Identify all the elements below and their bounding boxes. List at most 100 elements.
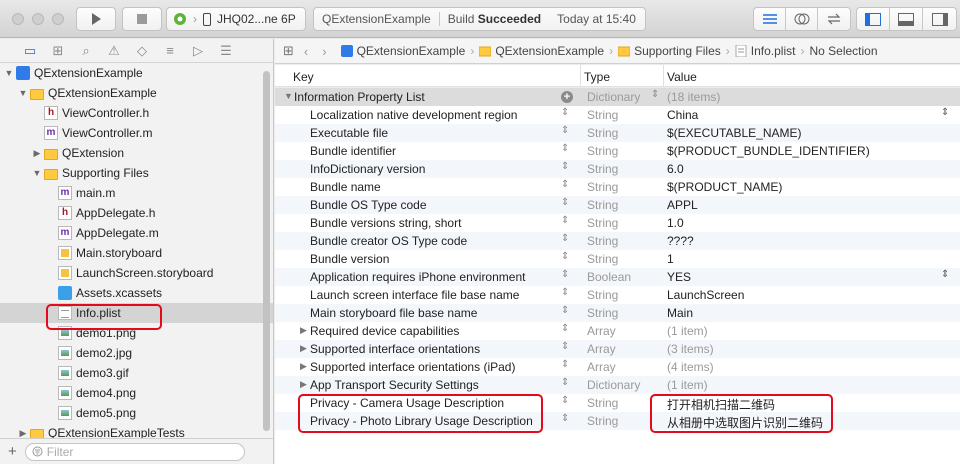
navigator-item[interactable]: Assets.xcassets xyxy=(0,283,273,303)
plist-key[interactable]: Launch screen interface file base name xyxy=(310,288,519,302)
plist-type[interactable]: String xyxy=(587,306,618,320)
scheme-selector[interactable]: › JHQ02...ne 6P xyxy=(166,7,306,31)
plist-type[interactable]: Array xyxy=(587,342,616,356)
navigator-item[interactable]: demo4.png xyxy=(0,383,273,403)
key-stepper-icon[interactable]: ⇕ xyxy=(561,251,569,262)
key-stepper-icon[interactable]: ⇕ xyxy=(561,323,569,334)
plist-row[interactable]: Application requires iPhone environment ⇕… xyxy=(275,268,960,286)
project-navigator-tab-icon[interactable]: ▭ xyxy=(22,43,38,59)
key-stepper-icon[interactable]: ⇕ xyxy=(561,143,569,154)
plist-value[interactable]: 6.0 xyxy=(667,162,684,176)
breadcrumb-group[interactable]: QExtensionExample xyxy=(479,44,604,58)
navigator-item[interactable]: Main.storyboard xyxy=(0,243,273,263)
test-navigator-tab-icon[interactable]: ◇ xyxy=(134,43,150,59)
disclosure-triangle-icon[interactable]: ▶ xyxy=(300,379,307,390)
plist-key[interactable]: Bundle name xyxy=(310,180,381,194)
navigator-item[interactable]: demo5.png xyxy=(0,403,273,423)
plist-key[interactable]: Supported interface orientations xyxy=(310,342,480,356)
related-items-icon[interactable]: ⊞ xyxy=(283,43,294,59)
plist-value[interactable]: (3 items) xyxy=(667,342,714,356)
navigator-item[interactable]: Info.plist xyxy=(0,303,273,323)
navigator-item[interactable]: demo1.png xyxy=(0,323,273,343)
plist-value[interactable]: YES xyxy=(667,270,691,284)
plist-type[interactable]: Dictionary xyxy=(587,378,640,392)
close-window-button[interactable] xyxy=(12,13,24,25)
plist-key[interactable]: Privacy - Camera Usage Description xyxy=(310,396,504,410)
plist-row[interactable]: Bundle version ⇕ String 1 xyxy=(275,250,960,268)
navigator-item[interactable]: ▼ Supporting Files xyxy=(0,163,273,183)
plist-type[interactable]: String xyxy=(587,414,618,428)
navigator-item[interactable]: ▼ QExtensionExample xyxy=(0,63,273,83)
plist-type[interactable]: String xyxy=(587,234,618,248)
toggle-navigator-button[interactable] xyxy=(857,8,890,30)
plist-value[interactable]: China xyxy=(667,108,698,122)
plist-type[interactable]: String xyxy=(587,108,618,122)
plist-row[interactable]: Executable file ⇕ String $(EXECUTABLE_NAME) xyxy=(275,124,960,142)
plist-key[interactable]: Information Property List xyxy=(294,90,425,104)
toggle-utilities-button[interactable] xyxy=(923,8,956,30)
plist-value[interactable]: 1 xyxy=(667,252,674,266)
key-stepper-icon[interactable]: ⇕ xyxy=(561,269,569,280)
plist-row[interactable]: Localization native development region ⇕ S… xyxy=(275,106,960,124)
plist-key[interactable]: Main storyboard file base name xyxy=(310,306,477,320)
column-header-value[interactable]: Value xyxy=(667,70,697,84)
navigator-item[interactable]: ▶ QExtension xyxy=(0,143,273,163)
standard-editor-button[interactable] xyxy=(754,8,786,30)
plist-value[interactable]: ???? xyxy=(667,234,694,248)
navigator-item[interactable]: h ViewController.h xyxy=(0,103,273,123)
plist-key[interactable]: Bundle version xyxy=(310,252,389,266)
column-header-type[interactable]: Type xyxy=(584,70,610,84)
breadcrumb-selection[interactable]: No Selection xyxy=(809,44,877,58)
plist-value[interactable]: 打开相机扫描二维码 xyxy=(667,396,775,413)
key-stepper-icon[interactable]: ⇕ xyxy=(561,125,569,136)
plist-row[interactable]: Main storyboard file base name ⇕ String Mai… xyxy=(275,304,960,322)
plist-value[interactable]: APPL xyxy=(667,198,698,212)
toggle-debug-area-button[interactable] xyxy=(890,8,923,30)
disclosure-triangle-icon[interactable]: ▼ xyxy=(284,91,293,101)
disclosure-triangle-icon[interactable]: ▶ xyxy=(18,428,28,439)
disclosure-triangle-icon[interactable]: ▶ xyxy=(300,325,307,336)
plist-key[interactable]: Bundle creator OS Type code xyxy=(310,234,467,248)
filter-field[interactable]: Filter xyxy=(24,442,245,461)
plist-row[interactable]: ▶ Supported interface orientations ⇕ Array (… xyxy=(275,340,960,358)
key-stepper-icon[interactable]: ⇕ xyxy=(561,395,569,406)
plist-type[interactable]: Dictionary xyxy=(587,90,640,104)
plist-key[interactable]: InfoDictionary version xyxy=(310,162,425,176)
plist-row[interactable]: ▼ Information Property List + Dictionary ⇕ (1… xyxy=(275,88,960,106)
navigator-item[interactable]: m main.m xyxy=(0,183,273,203)
navigator-item[interactable]: m AppDelegate.m xyxy=(0,223,273,243)
key-stepper-icon[interactable]: ⇕ xyxy=(561,233,569,244)
plist-type[interactable]: String xyxy=(587,288,618,302)
plist-key[interactable]: Privacy - Photo Library Usage Descriptio… xyxy=(310,414,533,428)
assistant-editor-button[interactable] xyxy=(786,8,818,30)
back-button[interactable]: ‹ xyxy=(304,44,308,59)
key-stepper-icon[interactable]: ⇕ xyxy=(561,161,569,172)
minimize-window-button[interactable] xyxy=(32,13,44,25)
plist-key[interactable]: Bundle OS Type code xyxy=(310,198,427,212)
plist-key[interactable]: App Transport Security Settings xyxy=(310,378,479,392)
plist-type[interactable]: String xyxy=(587,252,618,266)
key-stepper-icon[interactable]: ⇕ xyxy=(561,107,569,118)
plist-row[interactable]: ▶ Supported interface orientations (iPad)… xyxy=(275,358,960,376)
plist-value[interactable]: (4 items) xyxy=(667,360,714,374)
breakpoint-navigator-tab-icon[interactable]: ▷ xyxy=(190,43,206,59)
plist-key[interactable]: Executable file xyxy=(310,126,388,140)
disclosure-triangle-icon[interactable]: ▶ xyxy=(32,148,42,159)
add-row-icon[interactable]: + xyxy=(561,91,573,103)
disclosure-triangle-icon[interactable]: ▶ xyxy=(300,361,307,372)
key-stepper-icon[interactable]: ⇕ xyxy=(561,179,569,190)
plist-key[interactable]: Bundle identifier xyxy=(310,144,396,158)
navigator-item[interactable]: demo3.gif xyxy=(0,363,273,383)
navigator-item[interactable]: h AppDelegate.h xyxy=(0,203,273,223)
plist-row[interactable]: Bundle name ⇕ String $(PRODUCT_NAME) xyxy=(275,178,960,196)
plist-value[interactable]: $(PRODUCT_NAME) xyxy=(667,180,782,194)
key-stepper-icon[interactable]: ⇕ xyxy=(561,341,569,352)
key-stepper-icon[interactable]: ⇕ xyxy=(561,197,569,208)
forward-button[interactable]: › xyxy=(322,44,326,59)
key-stepper-icon[interactable]: ⇕ xyxy=(561,215,569,226)
plist-key[interactable]: Localization native development region xyxy=(310,108,517,122)
navigator-item[interactable]: m ViewController.m xyxy=(0,123,273,143)
plist-type[interactable]: Array xyxy=(587,324,616,338)
value-popup-icon[interactable]: ⇕ xyxy=(941,107,949,118)
disclosure-triangle-icon[interactable]: ▼ xyxy=(4,68,14,78)
